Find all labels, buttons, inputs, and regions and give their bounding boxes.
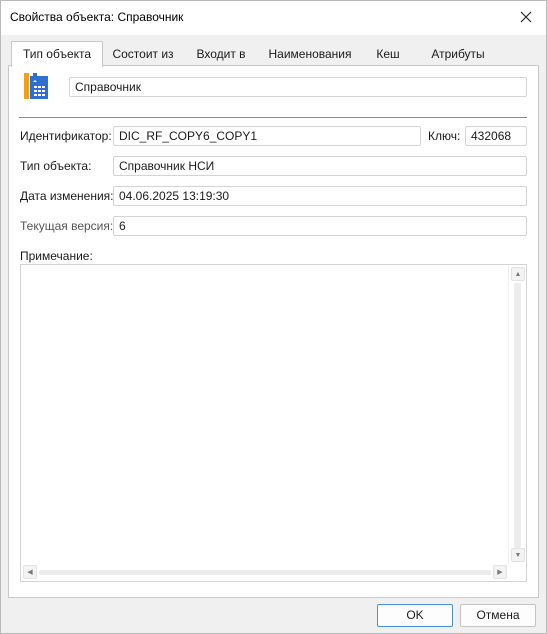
title-bar: Свойства объекта: Справочник [1, 1, 546, 35]
notes-textarea[interactable]: ▲ ▼ ◀ ▶ [20, 264, 527, 582]
tab-cache[interactable]: Кеш [364, 43, 412, 65]
ok-button[interactable]: OK [377, 604, 453, 627]
cancel-button[interactable]: Отмена [460, 604, 536, 627]
divider [19, 117, 527, 118]
tab-included-in[interactable]: Входит в [186, 43, 256, 65]
arrow-down-icon: ▼ [514, 551, 522, 559]
key-label: Ключ: [428, 129, 461, 143]
dictionary-book-icon [24, 73, 48, 99]
tab-names[interactable]: Наименования [264, 43, 356, 65]
properties-dialog: Свойства объекта: Справочник Тип объекта… [0, 0, 547, 634]
object-name-field[interactable]: Справочник [69, 77, 527, 97]
modified-date-field[interactable]: 04.06.2025 13:19:30 [113, 186, 527, 206]
horizontal-scroll-track[interactable] [39, 570, 491, 575]
window-title: Свойства объекта: Справочник [10, 10, 184, 24]
current-version-field[interactable]: 6 [113, 216, 527, 236]
tab-panel-object-type: Справочник Идентификатор: DIC_RF_COPY6_C… [8, 65, 539, 598]
identifier-field[interactable]: DIC_RF_COPY6_COPY1 [113, 126, 421, 146]
modified-date-label: Дата изменения: [20, 189, 114, 203]
arrow-left-icon: ◀ [27, 568, 33, 576]
tab-strip: Тип объекта Состоит из Входит в Наименов… [8, 41, 538, 67]
scroll-right-button[interactable]: ▶ [493, 565, 507, 579]
scroll-down-button[interactable]: ▼ [511, 548, 525, 562]
object-type-label: Тип объекта: [20, 159, 92, 173]
object-type-field[interactable]: Справочник НСИ [113, 156, 527, 176]
vertical-scroll-track[interactable] [514, 283, 521, 548]
scroll-up-button[interactable]: ▲ [511, 267, 525, 281]
arrow-right-icon: ▶ [497, 568, 503, 576]
close-icon [520, 11, 532, 23]
notes-label: Примечание: [20, 249, 93, 263]
tab-attributes[interactable]: Атрибуты [418, 43, 498, 65]
arrow-up-icon: ▲ [514, 270, 522, 278]
close-button[interactable] [506, 1, 546, 33]
vertical-scrollbar[interactable]: ▲ ▼ [508, 265, 526, 564]
identifier-label: Идентификатор: [20, 129, 112, 143]
horizontal-scrollbar[interactable]: ◀ ▶ [21, 564, 509, 581]
key-field[interactable]: 432068 [465, 126, 527, 146]
current-version-label: Текущая версия: [20, 219, 114, 233]
scroll-left-button[interactable]: ◀ [23, 565, 37, 579]
tab-object-type[interactable]: Тип объекта [11, 41, 103, 67]
tab-consists-of[interactable]: Состоит из [105, 43, 181, 65]
